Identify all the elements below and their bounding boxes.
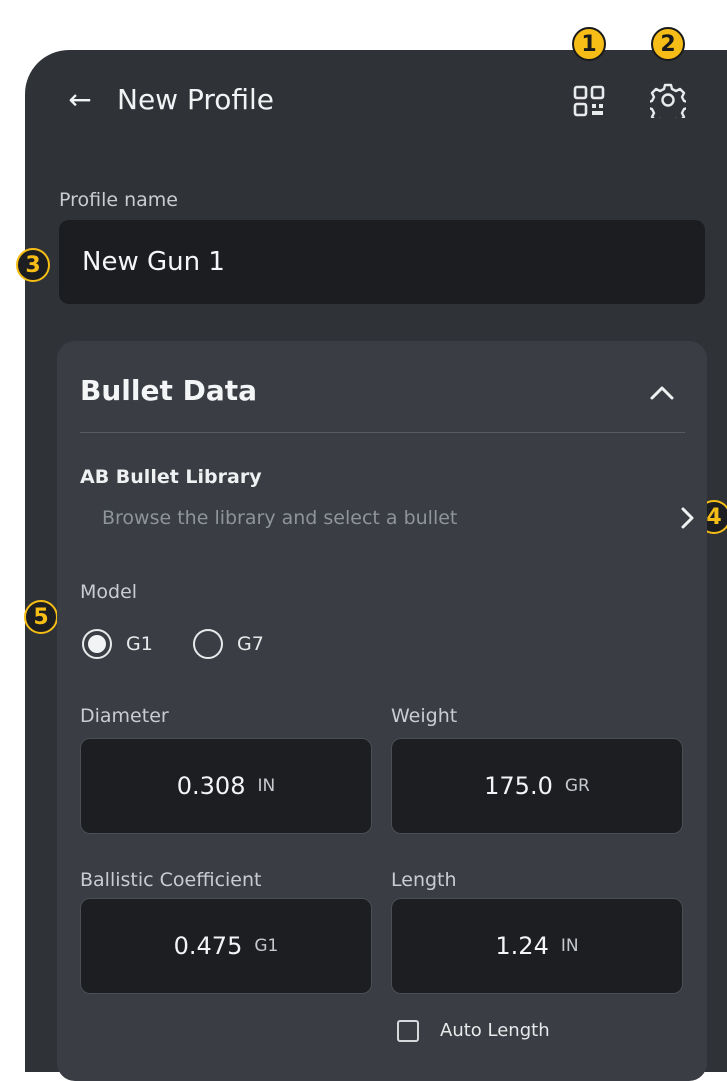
gear-icon	[646, 83, 690, 127]
chevron-right-icon	[681, 507, 694, 529]
bullet-library-title[interactable]: AB Bullet Library	[80, 464, 262, 490]
annotation-badge: 5	[24, 600, 58, 634]
annotation-badge: 2	[651, 27, 685, 61]
radio-g7-label: G7	[237, 633, 264, 655]
ballistic-coefficient-value: 0.475	[173, 932, 243, 960]
bullet-library-open-button[interactable]	[676, 504, 700, 532]
arrow-left-icon: ←	[68, 83, 92, 116]
weight-value: 175.0	[484, 772, 553, 800]
radio-g1[interactable]: G1	[82, 626, 153, 662]
diameter-field[interactable]: 0.308 IN	[80, 738, 372, 834]
radio-g1-button[interactable]	[82, 629, 112, 659]
model-label: Model	[80, 581, 138, 603]
radio-g1-label: G1	[126, 633, 153, 655]
length-field[interactable]: 1.24 IN	[391, 898, 683, 994]
weight-unit: GR	[564, 776, 590, 796]
diameter-unit: IN	[257, 776, 276, 796]
chevron-up-icon	[650, 386, 674, 400]
profile-name-input[interactable]: New Gun 1	[59, 220, 705, 304]
qr-code-button[interactable]	[572, 84, 606, 118]
annotation-badge: 3	[16, 248, 50, 282]
profile-name-label: Profile name	[59, 189, 179, 211]
bullet-library-subtitle[interactable]: Browse the library and select a bullet	[102, 505, 457, 531]
settings-button[interactable]	[646, 82, 690, 127]
radio-selected-dot	[88, 635, 106, 653]
ballistic-coefficient-label: Ballistic Coefficient	[80, 869, 262, 891]
radio-g7-button[interactable]	[193, 629, 223, 659]
length-value: 1.24	[495, 932, 549, 960]
bullet-data-title: Bullet Data	[80, 374, 258, 407]
annotation-badge: 1	[572, 27, 606, 61]
length-label: Length	[391, 869, 457, 891]
weight-label: Weight	[391, 705, 458, 727]
ballistic-coefficient-field[interactable]: 0.475 G1	[80, 898, 372, 994]
length-unit: IN	[560, 936, 579, 956]
auto-length-label[interactable]: Auto Length	[440, 1018, 550, 1044]
back-button[interactable]: ←	[60, 82, 100, 118]
diameter-value: 0.308	[176, 772, 246, 800]
diameter-label: Diameter	[80, 705, 169, 727]
divider	[80, 432, 685, 433]
weight-field[interactable]: 175.0 GR	[391, 738, 683, 834]
radio-g7[interactable]: G7	[193, 626, 264, 662]
auto-length-checkbox[interactable]	[397, 1020, 419, 1042]
qr-code-icon	[573, 85, 605, 117]
ballistic-coefficient-unit: G1	[254, 936, 279, 956]
collapse-button[interactable]	[642, 376, 682, 410]
page-title: New Profile	[117, 83, 275, 116]
